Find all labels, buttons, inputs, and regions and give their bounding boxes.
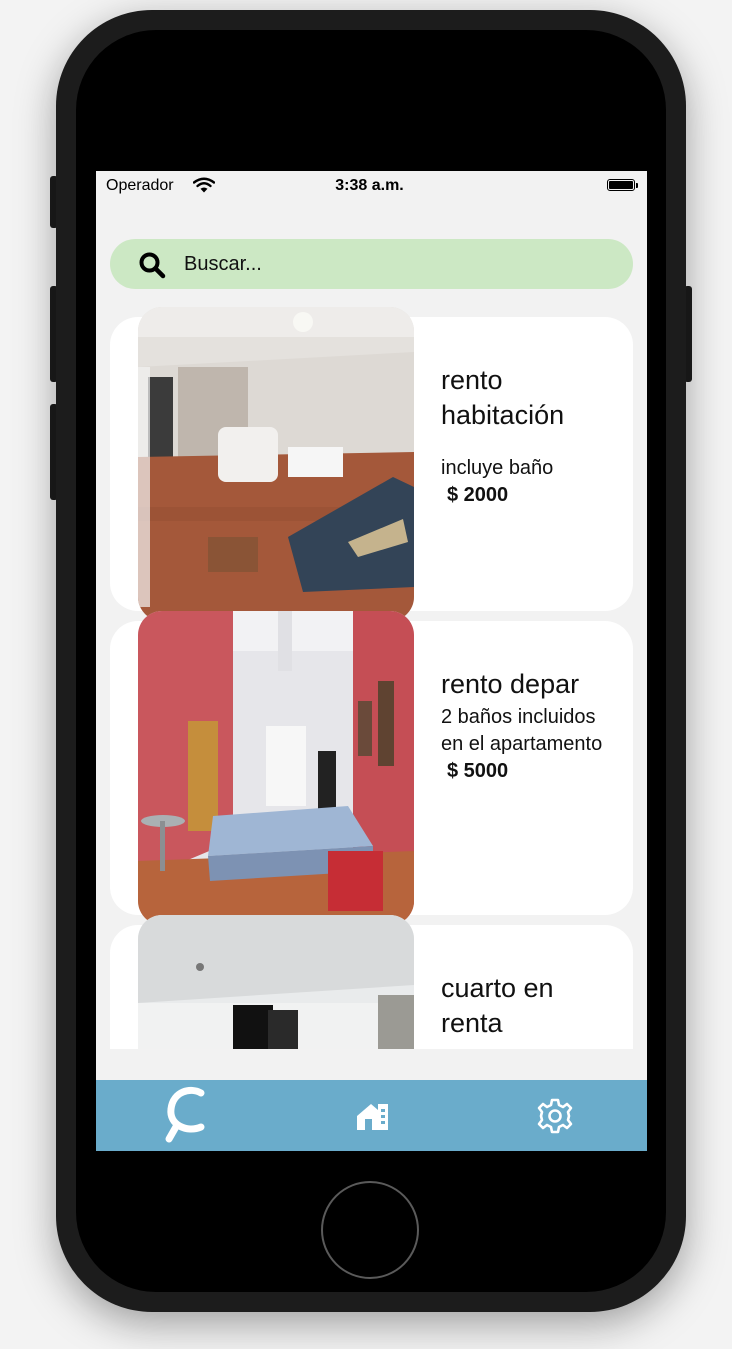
listing-description: incluye baño: [441, 457, 554, 479]
status-bar: Operador 3:38 a.m.: [96, 171, 647, 203]
listing-info: rento depar 2 baños incluidos en el apar…: [441, 667, 619, 784]
tab-properties[interactable]: [348, 1080, 398, 1151]
tab-search[interactable]: [158, 1080, 218, 1151]
room-photo-image: [138, 915, 414, 1049]
search-tab-icon: [165, 1086, 205, 1142]
room-photo-image: [138, 307, 414, 621]
house-building-icon: [357, 1103, 388, 1130]
listing-title: cuarto en renta: [441, 973, 554, 1038]
status-time: 3:38 a.m.: [335, 177, 404, 194]
listing-info: cuarto en renta: [441, 971, 619, 1041]
listing-photo[interactable]: [138, 307, 414, 621]
tab-settings[interactable]: [530, 1080, 580, 1151]
listing-card[interactable]: rento habitación incluye baño $ 2000: [110, 307, 633, 621]
app-screen: Operador 3:38 a.m. Buscar... rento habit…: [96, 171, 647, 1151]
listing-photo[interactable]: [138, 611, 414, 925]
search-icon: [139, 252, 166, 279]
room-photo-image: [138, 611, 414, 925]
listing-price: $ 5000: [447, 760, 509, 782]
gear-icon: [537, 1098, 573, 1133]
battery-icon: [607, 179, 638, 191]
home-button[interactable]: [321, 1181, 419, 1279]
listing-card[interactable]: rento depar 2 baños incluidos en el apar…: [110, 611, 633, 925]
listing-card[interactable]: cuarto en renta: [110, 915, 633, 1049]
search-input[interactable]: [184, 239, 604, 289]
listing-description: 2 baños incluidos en el apartamento: [441, 706, 603, 755]
listing-photo[interactable]: [138, 915, 414, 1049]
listing-info: rento habitación incluye baño $ 2000: [441, 363, 619, 508]
listing-price: $ 2000: [447, 484, 509, 506]
search-bar[interactable]: [110, 239, 633, 289]
tab-bar: [96, 1080, 647, 1151]
listing-title: rento habitación: [441, 365, 565, 430]
listing-title: rento depar: [441, 669, 580, 699]
listing-list[interactable]: rento habitación incluye baño $ 2000 ren…: [96, 301, 647, 1049]
